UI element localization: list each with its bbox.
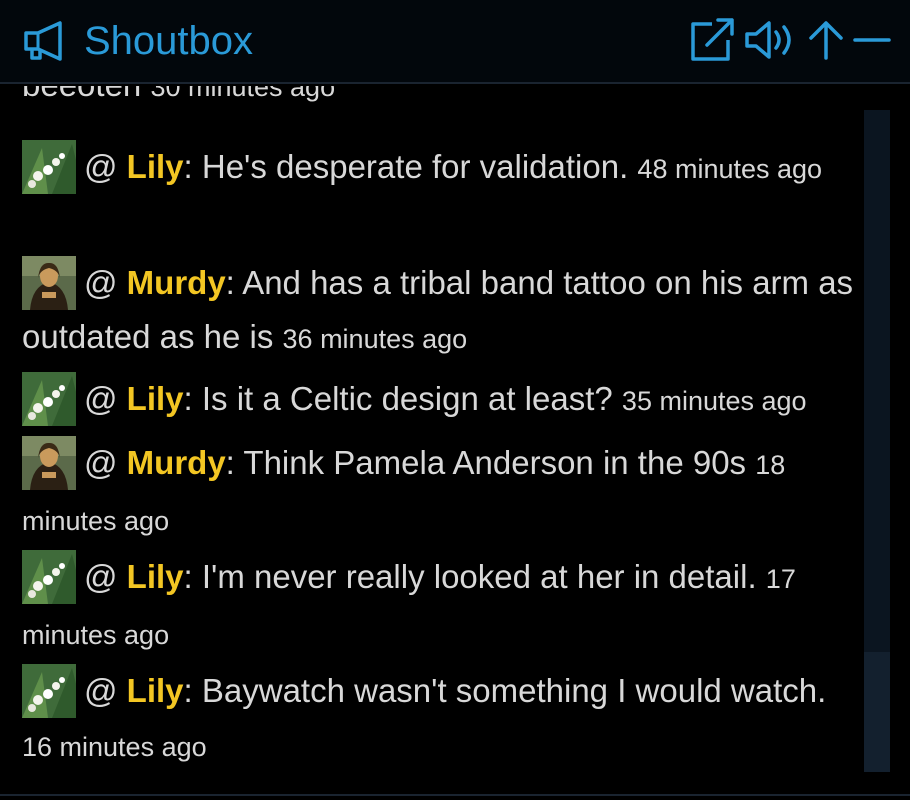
megaphone-icon — [24, 21, 62, 61]
shoutbox-title: Shoutbox — [84, 19, 254, 63]
lily-of-the-valley-avatar-icon — [22, 372, 76, 426]
avatar[interactable] — [22, 664, 76, 718]
lily-of-the-valley-avatar-icon — [22, 550, 76, 604]
popout-icon[interactable] — [690, 18, 736, 62]
mention-at: @ — [84, 672, 118, 709]
message-text: : Is it a Celtic design at least? — [183, 380, 613, 417]
arrow-up-icon[interactable] — [806, 18, 846, 62]
message-text: : Think Pamela Anderson in the 90s — [225, 444, 747, 481]
message-time: 36 minutes ago — [282, 324, 468, 354]
mention-at: @ — [84, 380, 118, 417]
avatar[interactable] — [22, 140, 76, 194]
lily-of-the-valley-avatar-icon — [22, 140, 76, 194]
avatar[interactable] — [22, 436, 76, 490]
message-item: @ Lily: Is it a Celtic design at least? … — [22, 372, 862, 428]
speaker-icon[interactable] — [744, 18, 800, 62]
message-text: : He's desperate for validation. — [183, 148, 629, 185]
message-time: 48 minutes ago — [637, 154, 823, 184]
message-item: @ Lily: I'm never really looked at her i… — [22, 550, 862, 662]
mona-lisa-avatar-icon — [22, 436, 76, 490]
shoutbox-header: Shoutbox — [0, 0, 910, 84]
mention-at: @ — [84, 264, 118, 301]
avatar[interactable] — [22, 550, 76, 604]
message-text: : Baywatch wasn't something I would watc… — [183, 672, 827, 709]
message-item: @ Lily: He's desperate for validation. 4… — [22, 140, 862, 196]
mention-at: @ — [84, 558, 118, 595]
message-username[interactable]: Lily — [127, 672, 184, 709]
message-item: @ Murdy: Think Pamela Anderson in the 90… — [22, 436, 862, 548]
mention-at: @ — [84, 148, 118, 185]
message-time: 35 minutes ago — [621, 386, 807, 416]
partial-message-user: beeoten — [22, 86, 141, 103]
partial-message-time: 30 minutes ago — [150, 86, 336, 102]
scrollbar-thumb[interactable] — [864, 652, 890, 772]
mona-lisa-avatar-icon — [22, 256, 76, 310]
message-username[interactable]: Lily — [127, 558, 184, 595]
message-username[interactable]: Lily — [127, 380, 184, 417]
message-item: @ Murdy: And has a tribal band tattoo on… — [22, 256, 862, 366]
message-username[interactable]: Murdy — [127, 264, 226, 301]
partial-message: beeoten 30 minutes ago — [22, 86, 335, 104]
message-list[interactable]: beeoten 30 minutes ago @ Lily: He's desp… — [0, 86, 862, 792]
divider — [0, 794, 910, 796]
avatar[interactable] — [22, 256, 76, 310]
message-text: : I'm never really looked at her in deta… — [183, 558, 757, 595]
lily-of-the-valley-avatar-icon — [22, 664, 76, 718]
message-item: @ Lily: Baywatch wasn't something I woul… — [22, 664, 862, 774]
minimize-icon[interactable] — [852, 18, 892, 62]
message-username[interactable]: Lily — [127, 148, 184, 185]
avatar[interactable] — [22, 372, 76, 426]
message-username[interactable]: Murdy — [127, 444, 226, 481]
mention-at: @ — [84, 444, 118, 481]
message-time: 16 minutes ago — [22, 732, 207, 762]
